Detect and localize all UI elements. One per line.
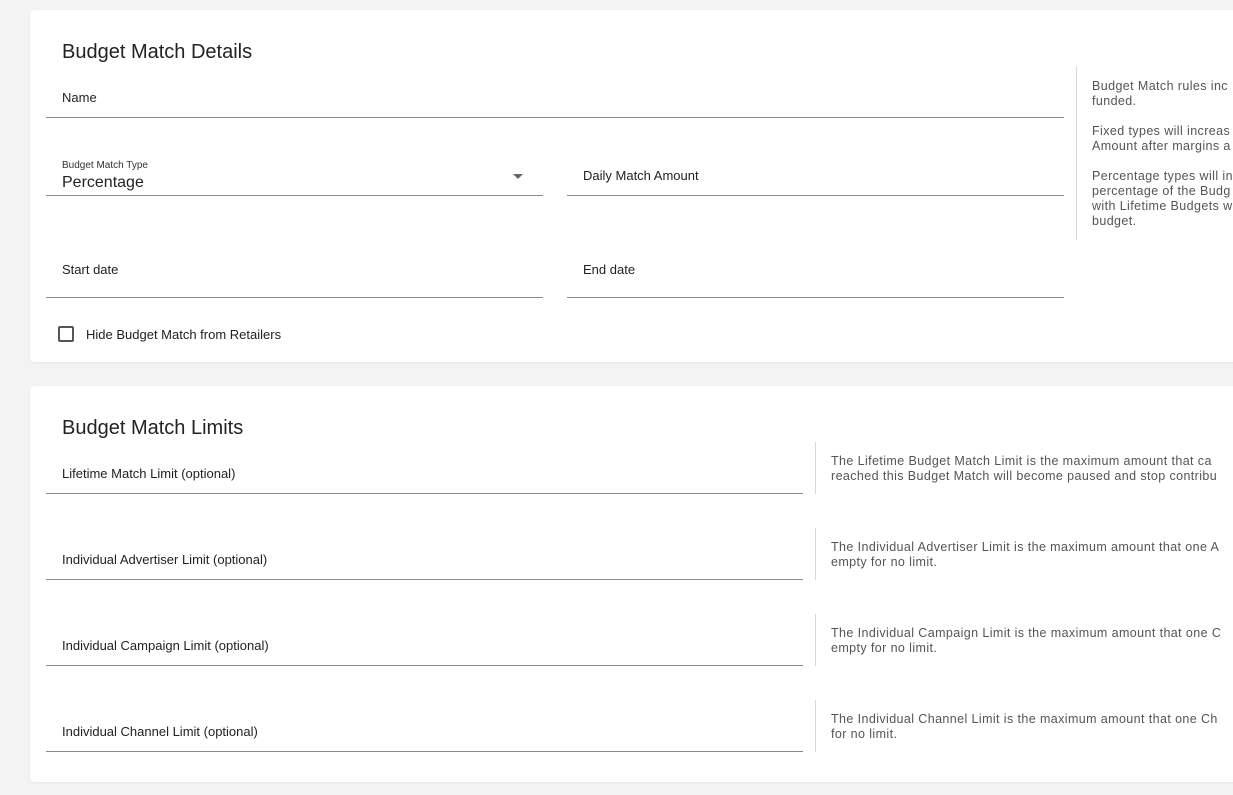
help-text-line: The Lifetime Budget Match Limit is the m…	[831, 454, 1212, 468]
individual-advertiser-limit-field[interactable]: Individual Advertiser Limit (optional)	[46, 542, 803, 580]
daily-match-amount-field[interactable]: Daily Match Amount	[567, 158, 1064, 196]
individual-advertiser-limit-label: Individual Advertiser Limit (optional)	[62, 552, 268, 567]
lifetime-limit-help: The Lifetime Budget Match Limit is the m…	[815, 442, 1233, 494]
help-text-line: Budget Match rules inc	[1092, 79, 1228, 93]
end-date-field[interactable]: End date	[567, 252, 1064, 298]
individual-channel-limit-label: Individual Channel Limit (optional)	[62, 724, 258, 739]
checkbox-unchecked-icon[interactable]	[58, 326, 74, 342]
daily-match-amount-label: Daily Match Amount	[583, 168, 699, 183]
help-text-line: empty for no limit.	[831, 555, 938, 569]
help-text-line: Amount after margins a	[1092, 139, 1231, 153]
lifetime-match-limit-label: Lifetime Match Limit (optional)	[62, 466, 236, 481]
name-field-label: Name	[62, 90, 97, 105]
individual-campaign-limit-label: Individual Campaign Limit (optional)	[62, 638, 269, 653]
help-text-line: The Individual Advertiser Limit is the m…	[831, 540, 1220, 554]
chevron-down-icon[interactable]	[513, 174, 523, 179]
limits-title: Budget Match Limits	[62, 417, 244, 439]
help-text-line: budget.	[1092, 214, 1137, 228]
help-text-line: Percentage types will in	[1092, 169, 1233, 183]
help-text-line: The Individual Campaign Limit is the max…	[831, 626, 1222, 640]
help-text-line: with Lifetime Budgets w	[1092, 199, 1233, 213]
campaign-limit-help: The Individual Campaign Limit is the max…	[815, 614, 1233, 666]
individual-campaign-limit-field[interactable]: Individual Campaign Limit (optional)	[46, 628, 803, 666]
end-date-label: End date	[583, 262, 636, 277]
budget-match-type-select[interactable]: Budget Match Type Percentage	[46, 160, 543, 196]
details-help-panel: Budget Match rules inc funded. Fixed typ…	[1076, 66, 1233, 240]
budget-match-limits-card: Budget Match Limits Lifetime Match Limit…	[30, 386, 1233, 782]
help-text-line: reached this Budget Match will become pa…	[831, 469, 1218, 483]
budget-match-type-label: Budget Match Type	[62, 160, 148, 171]
help-text-line: The Individual Channel Limit is the maxi…	[831, 712, 1218, 726]
help-text-line: Fixed types will increas	[1092, 124, 1231, 138]
help-text-line: funded.	[1092, 94, 1137, 108]
help-text-line: percentage of the Budg	[1092, 184, 1231, 198]
name-field[interactable]: Name	[46, 80, 1064, 118]
details-title: Budget Match Details	[62, 41, 253, 63]
channel-limit-help: The Individual Channel Limit is the maxi…	[815, 700, 1233, 752]
hide-from-retailers-checkbox[interactable]: Hide Budget Match from Retailers	[58, 326, 281, 342]
budget-match-details-card: Budget Match Details Name Budget Match T…	[30, 10, 1233, 362]
budget-match-type-value: Percentage	[62, 174, 144, 191]
start-date-label: Start date	[62, 262, 119, 277]
individual-channel-limit-field[interactable]: Individual Channel Limit (optional)	[46, 714, 803, 752]
help-text-line: empty for no limit.	[831, 641, 938, 655]
lifetime-match-limit-field[interactable]: Lifetime Match Limit (optional)	[46, 456, 803, 494]
advertiser-limit-help: The Individual Advertiser Limit is the m…	[815, 528, 1233, 580]
help-text-line: for no limit.	[831, 727, 898, 741]
hide-from-retailers-label: Hide Budget Match from Retailers	[86, 326, 282, 342]
start-date-field[interactable]: Start date	[46, 252, 543, 298]
